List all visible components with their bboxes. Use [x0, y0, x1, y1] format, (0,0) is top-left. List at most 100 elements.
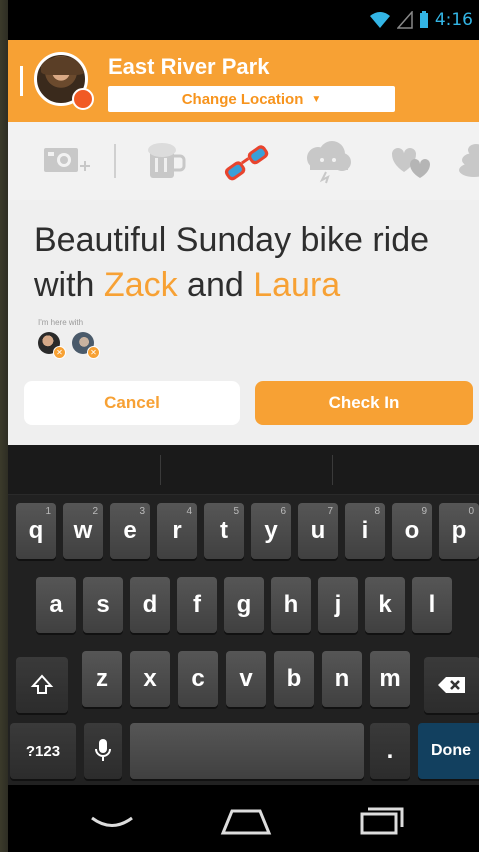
- key-label: k: [378, 591, 392, 618]
- key-label: g: [236, 591, 252, 618]
- checkin-header: East River Park Change Location ▼: [8, 40, 479, 122]
- key-hint: 1: [45, 506, 51, 517]
- shout-middle: and: [177, 266, 254, 304]
- key-z[interactable]: z: [82, 651, 122, 707]
- wifi-icon: [369, 12, 390, 28]
- key-o[interactable]: o9: [392, 503, 432, 559]
- key-b[interactable]: b: [274, 651, 314, 707]
- key-j[interactable]: j: [318, 577, 358, 633]
- key-i[interactable]: i8: [345, 503, 385, 559]
- battery-icon: [419, 11, 428, 28]
- key-hint: 2: [92, 506, 98, 517]
- cancel-button[interactable]: Cancel: [24, 381, 240, 425]
- key-t[interactable]: t5: [204, 503, 244, 559]
- checkin-compose: Beautiful Sunday bike ride with Zack and…: [8, 200, 479, 445]
- strip-divider: [114, 144, 116, 178]
- key-m[interactable]: m: [370, 651, 410, 707]
- voice-input-key[interactable]: [84, 723, 122, 779]
- key-x[interactable]: x: [130, 651, 170, 707]
- key-d[interactable]: d: [130, 577, 170, 633]
- key-e[interactable]: e3: [110, 503, 150, 559]
- key-p[interactable]: p0: [439, 503, 479, 559]
- key-label: b: [286, 665, 302, 692]
- key-hint: 7: [327, 506, 333, 517]
- key-label: t: [220, 517, 228, 544]
- hearts-icon[interactable]: [382, 140, 432, 184]
- key-label: c: [191, 665, 205, 692]
- friend-avatar-zack[interactable]: ✕: [38, 332, 66, 359]
- key-label: v: [239, 665, 253, 692]
- avatar-badge-icon: [72, 88, 94, 110]
- status-time: 4:16: [434, 10, 473, 30]
- key-n[interactable]: n: [322, 651, 362, 707]
- friend-avatar-laura[interactable]: ✕: [72, 332, 100, 359]
- tagged-friend-zack[interactable]: Zack: [104, 266, 178, 304]
- change-location-button[interactable]: Change Location ▼: [108, 86, 395, 112]
- key-label: p: [451, 517, 467, 544]
- key-g[interactable]: g: [224, 577, 264, 633]
- key-l[interactable]: l: [412, 577, 452, 633]
- key-hint: 6: [280, 506, 286, 517]
- key-label: n: [334, 665, 350, 692]
- header-divider: [20, 66, 23, 96]
- status-bar: 4:16: [8, 0, 479, 40]
- venue-name: East River Park: [108, 54, 270, 79]
- back-icon[interactable]: [90, 815, 134, 831]
- key-w[interactable]: w2: [63, 503, 103, 559]
- key-label: i: [361, 517, 369, 544]
- home-icon[interactable]: [220, 807, 272, 835]
- microphone-icon: [95, 739, 111, 761]
- space-key[interactable]: [130, 723, 364, 779]
- key-a[interactable]: a: [36, 577, 76, 633]
- key-label: o: [404, 517, 420, 544]
- key-label: f: [193, 591, 201, 618]
- key-label: x: [143, 665, 157, 692]
- stack-icon[interactable]: [458, 140, 479, 184]
- suggestion-divider: [160, 455, 161, 485]
- tagged-friend-laura[interactable]: Laura: [253, 266, 340, 304]
- key-hint: 3: [139, 506, 145, 517]
- key-label: s: [96, 591, 110, 618]
- key-label: l: [428, 591, 436, 618]
- camera-add-icon[interactable]: [42, 140, 92, 180]
- shift-arrow-icon: [30, 674, 54, 694]
- key-r[interactable]: r4: [157, 503, 197, 559]
- key-hint: 4: [186, 506, 192, 517]
- key-s[interactable]: s: [83, 577, 123, 633]
- suggestion-strip: [8, 445, 479, 495]
- recent-apps-icon[interactable]: [360, 805, 404, 835]
- key-y[interactable]: y6: [251, 503, 291, 559]
- backspace-key[interactable]: [424, 657, 479, 713]
- key-k[interactable]: k: [365, 577, 405, 633]
- key-label: h: [283, 591, 299, 618]
- key-v[interactable]: v: [226, 651, 266, 707]
- beer-mug-icon[interactable]: [144, 140, 188, 182]
- backspace-icon: [438, 677, 465, 693]
- key-hint: 0: [468, 506, 474, 517]
- key-label: r: [172, 517, 182, 544]
- key-label: a: [49, 591, 63, 618]
- check-in-button[interactable]: Check In: [255, 381, 473, 425]
- system-nav-bar: [8, 785, 479, 852]
- here-with-label: I'm here with: [38, 318, 84, 327]
- key-label: u: [310, 517, 326, 544]
- key-h[interactable]: h: [271, 577, 311, 633]
- remove-friend-icon[interactable]: ✕: [87, 346, 100, 359]
- key-label: w: [73, 517, 93, 544]
- shout-text[interactable]: Beautiful Sunday bike ride with Zack and…: [34, 218, 464, 308]
- storm-cloud-icon[interactable]: [300, 140, 354, 184]
- remove-friend-icon[interactable]: ✕: [53, 346, 66, 359]
- symbols-key[interactable]: ?123: [10, 723, 76, 779]
- key-q[interactable]: q1: [16, 503, 56, 559]
- done-key[interactable]: Done: [418, 723, 479, 779]
- key-u[interactable]: u7: [298, 503, 338, 559]
- shift-key[interactable]: [16, 657, 68, 713]
- key-f[interactable]: f: [177, 577, 217, 633]
- key-label: m: [379, 665, 401, 692]
- key-hint: 8: [374, 506, 380, 517]
- chevron-down-icon: ▼: [311, 93, 322, 105]
- key-c[interactable]: c: [178, 651, 218, 707]
- sunglasses-icon[interactable]: [220, 140, 272, 184]
- signal-icon: [396, 11, 413, 29]
- period-key[interactable]: .: [370, 723, 410, 779]
